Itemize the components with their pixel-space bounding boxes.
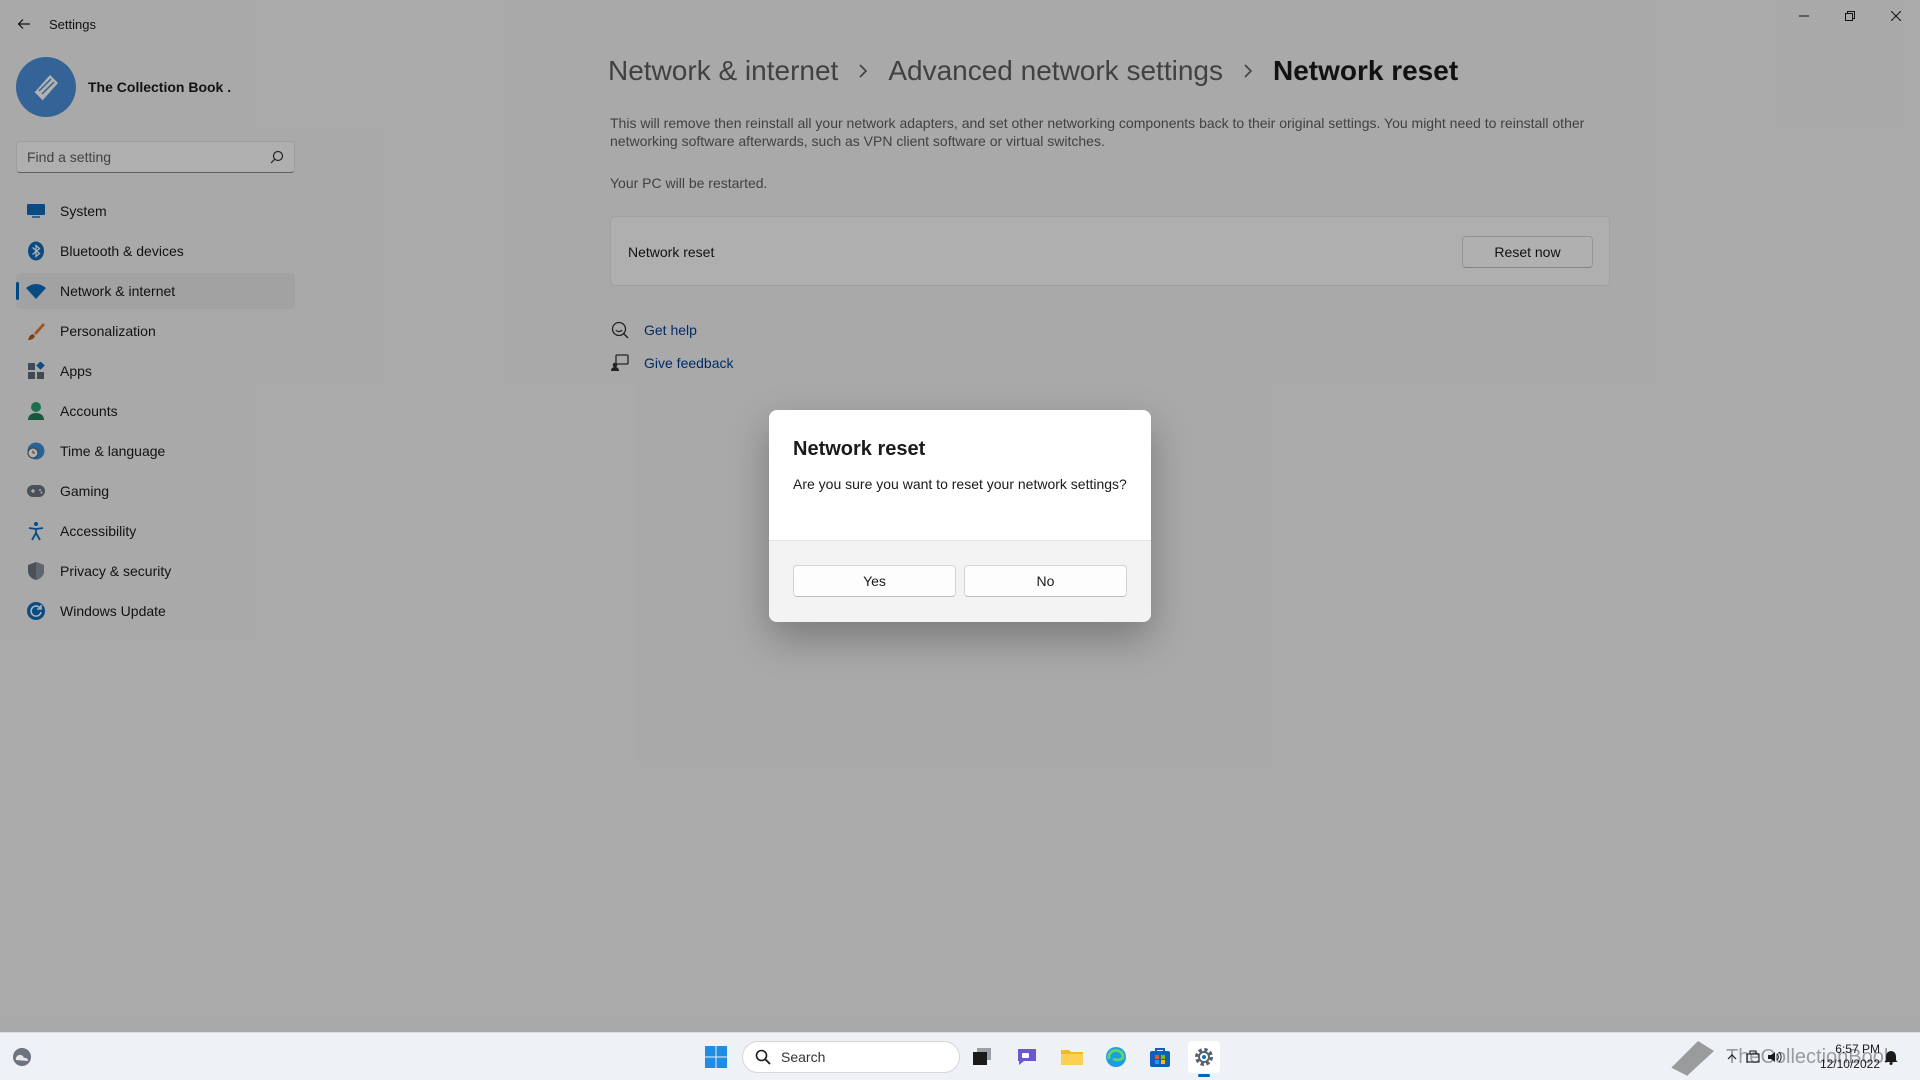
start-button[interactable]	[700, 1041, 732, 1073]
chevron-up-icon	[1727, 1054, 1737, 1060]
chat-icon	[1018, 1049, 1036, 1065]
show-hidden-icons-button[interactable]	[1722, 1054, 1742, 1060]
volume-tray-button[interactable]	[1764, 1050, 1786, 1064]
dialog-message: Are you sure you want to reset your netw…	[793, 476, 1127, 492]
clock-date: 12/10/2022	[1819, 1057, 1880, 1071]
speaker-icon	[1768, 1051, 1782, 1063]
settings-taskbar-button[interactable]	[1188, 1041, 1220, 1077]
task-view-icon	[973, 1048, 991, 1065]
network-reset-dialog: Network reset Are you sure you want to r…	[769, 410, 1151, 622]
bell-icon	[1884, 1051, 1898, 1065]
task-view-button[interactable]	[966, 1041, 998, 1073]
weather-icon	[13, 1048, 31, 1066]
store-icon	[1150, 1048, 1170, 1067]
widgets-button[interactable]	[10, 1045, 34, 1069]
ethernet-icon	[1746, 1050, 1760, 1063]
clock-time: 6:57 PM	[1835, 1042, 1880, 1056]
windows-logo-icon	[705, 1046, 727, 1068]
settings-window: Settings The Collection Book . Find a se…	[0, 0, 1920, 1032]
taskbar: Search TheCollectionBook 6:57 PM 12/10/2…	[0, 1032, 1920, 1080]
edge-button[interactable]	[1100, 1041, 1132, 1073]
edge-browser-icon	[1106, 1047, 1126, 1067]
store-button[interactable]	[1144, 1041, 1176, 1073]
network-tray-button[interactable]	[1742, 1050, 1764, 1064]
book-icon	[1671, 1041, 1714, 1076]
notifications-button[interactable]	[1884, 1049, 1898, 1070]
chat-button[interactable]	[1011, 1041, 1043, 1073]
taskbar-clock[interactable]: 6:57 PM 12/10/2022	[1808, 1042, 1880, 1072]
yes-button[interactable]: Yes	[793, 565, 956, 597]
gear-icon	[1195, 1048, 1213, 1066]
taskbar-search-label: Search	[781, 1049, 826, 1065]
dialog-title: Network reset	[793, 438, 926, 460]
file-explorer-button[interactable]	[1056, 1041, 1088, 1073]
no-button[interactable]: No	[964, 565, 1127, 597]
taskbar-search[interactable]: Search	[742, 1041, 960, 1073]
search-icon	[755, 1049, 771, 1065]
folder-icon	[1061, 1050, 1083, 1065]
system-tray	[1722, 1033, 1786, 1080]
dialog-footer: Yes No	[769, 540, 1151, 622]
